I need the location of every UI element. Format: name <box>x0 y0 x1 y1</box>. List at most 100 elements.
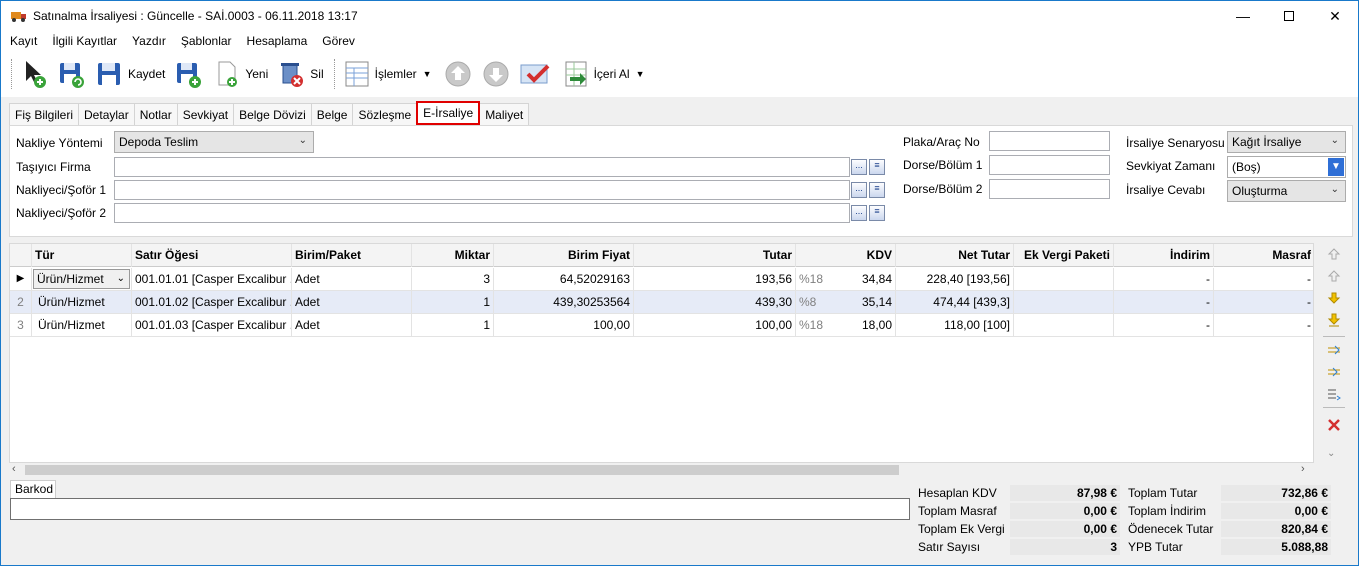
save-new-button[interactable] <box>175 54 207 94</box>
browse-icon[interactable]: ... <box>851 159 867 175</box>
scroll-left-icon[interactable]: ‹ <box>12 463 16 475</box>
miktar-cell[interactable]: 1 <box>412 291 494 314</box>
tasiyici-firma-input[interactable] <box>114 157 850 177</box>
header-ek-vergi-paketi[interactable]: Ek Vergi Paketi <box>1014 244 1114 267</box>
tab-fis-bilgileri[interactable]: Fiş Bilgileri <box>9 103 80 125</box>
tab-e-irsaliye[interactable]: E-İrsaliye <box>416 101 481 125</box>
move-up-button[interactable] <box>444 54 476 94</box>
indirim-cell[interactable]: - <box>1114 314 1214 337</box>
horizontal-scrollbar[interactable]: ‹ › <box>9 463 1314 477</box>
barkod-input[interactable] <box>10 498 910 520</box>
scroll-thumb[interactable] <box>25 465 899 475</box>
list-icon[interactable]: ≡ <box>869 159 885 175</box>
tab-detaylar[interactable]: Detaylar <box>78 103 135 125</box>
masraf-cell[interactable]: - <box>1214 268 1313 291</box>
tutar-cell[interactable]: 193,56 <box>634 268 796 291</box>
maximize-button[interactable] <box>1266 1 1312 31</box>
sevkiyat-zamani-select[interactable]: (Boş) ▼ <box>1227 156 1346 178</box>
minimize-button[interactable]: — <box>1220 1 1266 31</box>
dorse-2-input[interactable] <box>989 179 1110 199</box>
menu-gorev[interactable]: Görev <box>313 34 361 48</box>
table-row[interactable]: 2 Ürün/Hizmet 001.01.02 [Casper Excalibu… <box>10 291 1313 314</box>
scroll-down-icon[interactable]: ⌄ <box>1327 448 1335 459</box>
birim-fiyat-cell[interactable]: 439,30253564 <box>494 291 634 314</box>
move-down-button[interactable] <box>482 54 514 94</box>
tab-notlar[interactable]: Notlar <box>133 103 178 125</box>
table-row[interactable]: ▶ Ürün/Hizmet ⌄ 001.01.01 [Casper Excali… <box>10 268 1313 291</box>
net-tutar-cell[interactable]: 228,40 [193,56] <box>896 268 1014 291</box>
table-row[interactable]: 3 Ürün/Hizmet 001.01.03 [Casper Excalibu… <box>10 314 1313 337</box>
new-button[interactable]: Yeni <box>213 54 272 94</box>
header-tutar[interactable]: Tutar <box>634 244 796 267</box>
nakliyeci-1-input[interactable] <box>114 180 850 200</box>
menu-kayit[interactable]: Kayıt <box>1 34 43 48</box>
import-button[interactable]: İçeri Al ▼ <box>562 54 651 94</box>
birim-cell[interactable]: Adet <box>292 268 412 291</box>
header-birim-paket[interactable]: Birim/Paket <box>292 244 412 267</box>
net-tutar-cell[interactable]: 474,44 [439,3] <box>896 291 1014 314</box>
masraf-cell[interactable]: - <box>1214 291 1313 314</box>
indirim-cell[interactable]: - <box>1114 268 1214 291</box>
move-up-icon[interactable] <box>1327 269 1341 283</box>
scroll-right-icon[interactable]: › <box>1301 463 1305 475</box>
menu-ilgili-kayitlar[interactable]: İlgili Kayıtlar <box>43 34 123 48</box>
barkod-tab[interactable]: Barkod <box>10 480 56 498</box>
birim-fiyat-cell[interactable]: 64,52029163 <box>494 268 634 291</box>
satir-ogesi-cell[interactable]: 001.01.01 [Casper Excalibur ... <box>132 268 292 291</box>
delete-row-icon[interactable] <box>1327 418 1341 432</box>
tur-cell[interactable]: Ürün/Hizmet <box>32 314 132 337</box>
nakliye-yontemi-select[interactable]: Depoda Teslim ⌄ <box>114 131 314 153</box>
move-bottom-icon[interactable] <box>1327 313 1341 327</box>
header-kdv[interactable]: KDV <box>796 244 896 267</box>
operations-button[interactable]: İşlemler ▼ <box>343 54 438 94</box>
miktar-cell[interactable]: 3 <box>412 268 494 291</box>
satir-ogesi-cell[interactable]: 001.01.02 [Casper Excalibur ... <box>132 291 292 314</box>
header-birim-fiyat[interactable]: Birim Fiyat <box>494 244 634 267</box>
new-cursor-button[interactable] <box>20 54 52 94</box>
tab-belge-dovizi[interactable]: Belge Dövizi <box>233 103 312 125</box>
menu-hesaplama[interactable]: Hesaplama <box>238 34 314 48</box>
insert-after-icon[interactable] <box>1327 365 1341 379</box>
move-down-icon[interactable] <box>1327 291 1341 305</box>
net-tutar-cell[interactable]: 118,00 [100] <box>896 314 1014 337</box>
masraf-cell[interactable]: - <box>1214 314 1313 337</box>
tur-dropdown[interactable]: Ürün/Hizmet ⌄ <box>33 269 130 289</box>
header-tur[interactable]: Tür <box>32 244 132 267</box>
miktar-cell[interactable]: 1 <box>412 314 494 337</box>
close-button[interactable]: ✕ <box>1312 1 1358 31</box>
irsaliye-cevabi-select[interactable]: Oluşturma ⌄ <box>1227 180 1346 202</box>
kdv-cell[interactable]: 18,00 <box>836 314 896 337</box>
menu-yazdir[interactable]: Yazdır <box>123 34 172 48</box>
header-masraf[interactable]: Masraf <box>1214 244 1313 267</box>
kdv-cell[interactable]: 34,84 <box>836 268 896 291</box>
save-close-button[interactable] <box>58 54 90 94</box>
indirim-cell[interactable]: - <box>1114 291 1214 314</box>
tur-cell[interactable]: Ürün/Hizmet ⌄ <box>32 268 132 291</box>
browse-icon[interactable]: ... <box>851 182 867 198</box>
nakliyeci-2-input[interactable] <box>114 203 850 223</box>
kdv-cell[interactable]: 35,14 <box>836 291 896 314</box>
birim-cell[interactable]: Adet <box>292 291 412 314</box>
dorse-1-input[interactable] <box>989 155 1110 175</box>
tab-belge[interactable]: Belge <box>310 103 354 125</box>
approve-button[interactable] <box>520 54 556 94</box>
menu-sablonlar[interactable]: Şablonlar <box>172 34 238 48</box>
header-satir-ogesi[interactable]: Satır Öğesi <box>132 244 292 267</box>
ek-vergi-cell[interactable] <box>1014 291 1114 314</box>
satir-ogesi-cell[interactable]: 001.01.03 [Casper Excalibur ... <box>132 314 292 337</box>
list-icon[interactable]: ≡ <box>869 182 885 198</box>
header-indirim[interactable]: İndirim <box>1114 244 1214 267</box>
senaryo-select[interactable]: Kağıt İrsaliye ⌄ <box>1227 131 1346 153</box>
browse-icon[interactable]: ... <box>851 205 867 221</box>
ek-vergi-cell[interactable] <box>1014 268 1114 291</box>
save-button[interactable]: Kaydet <box>96 54 169 94</box>
tab-maliyet[interactable]: Maliyet <box>479 103 530 125</box>
birim-fiyat-cell[interactable]: 100,00 <box>494 314 634 337</box>
ek-vergi-cell[interactable] <box>1014 314 1114 337</box>
list-icon[interactable]: ≡ <box>869 205 885 221</box>
delete-button[interactable]: Sil <box>278 54 327 94</box>
move-top-icon[interactable] <box>1327 247 1341 261</box>
insert-row-icon[interactable] <box>1327 343 1341 357</box>
tur-cell[interactable]: Ürün/Hizmet <box>32 291 132 314</box>
split-row-icon[interactable] <box>1327 387 1341 401</box>
